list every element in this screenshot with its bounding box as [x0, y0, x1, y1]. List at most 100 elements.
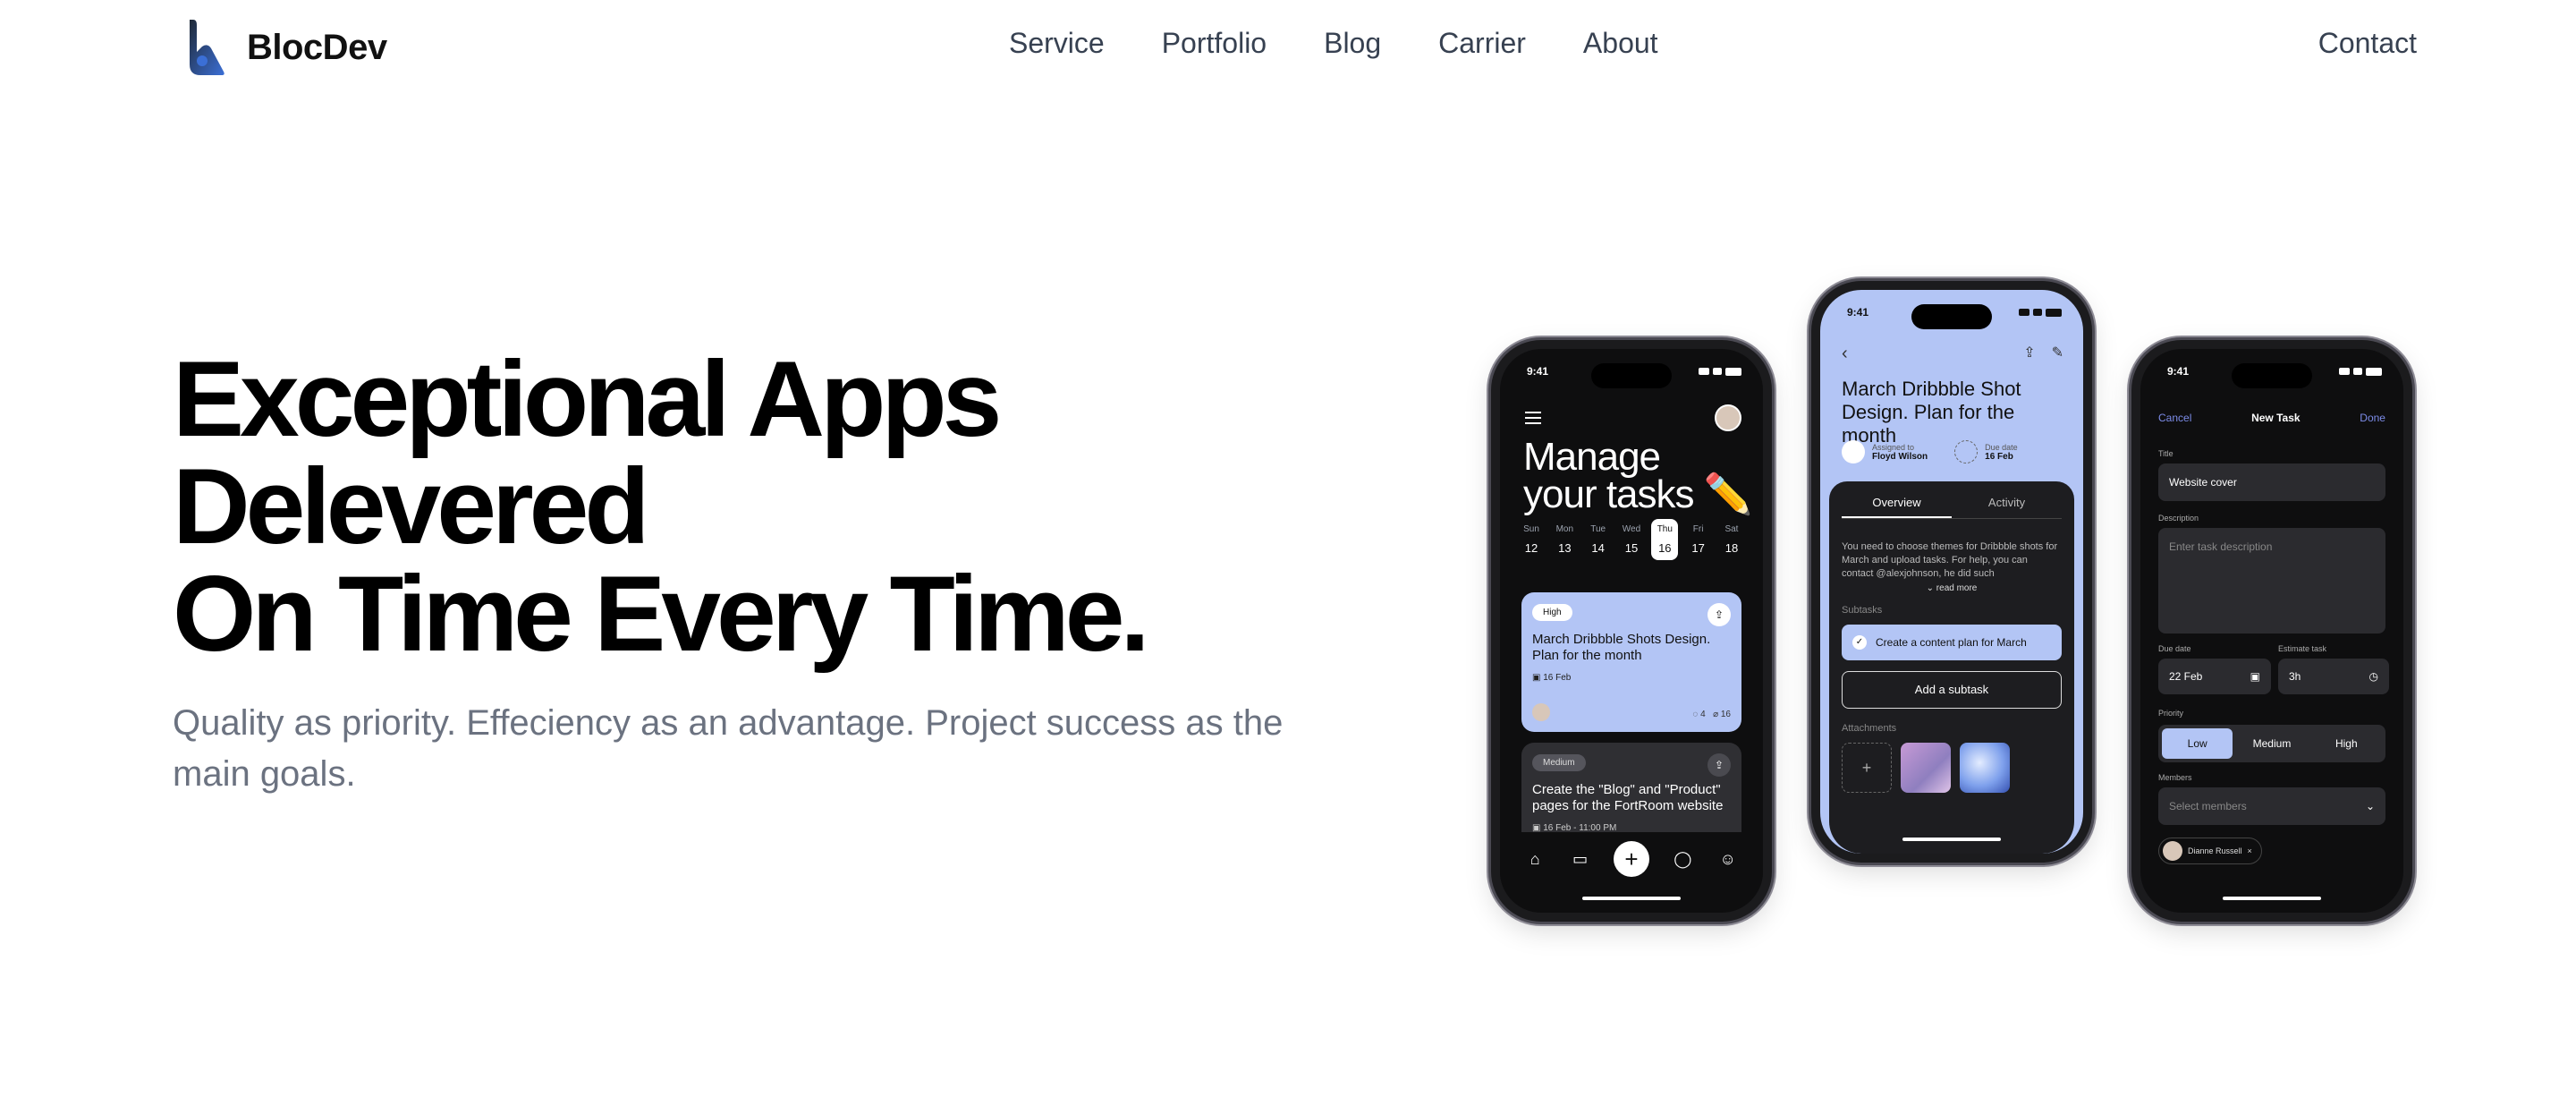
calendar-day-active[interactable]: Thu 16 — [1651, 519, 1679, 560]
form-header: Cancel New Task Done — [2158, 412, 2385, 424]
calendar-day[interactable]: Fri 17 — [1685, 524, 1712, 560]
hero-subtitle: Quality as priority. Effeciency as an ad… — [173, 703, 1284, 794]
pencil-icon: ✏️ — [1703, 472, 1753, 516]
members-label: Members — [2158, 773, 2192, 782]
hero-title-line-3: On Time Every Time. — [173, 554, 1150, 674]
assignee: Assigned to Floyd Wilson — [1842, 440, 1928, 463]
status-time: 9:41 — [2167, 365, 2190, 378]
subtasks-label: Subtasks — [1842, 605, 1883, 616]
share-icon[interactable]: ⇪ — [1707, 753, 1731, 777]
task-meta: ◌ 4 ⌀ 16 — [1692, 710, 1731, 719]
detail-tabs: Overview Activity — [1842, 496, 2062, 519]
task-date: ▣ 16 Feb — [1532, 673, 1572, 683]
priority-label: Priority — [2158, 709, 2184, 718]
members-select[interactable]: Select members ⌄ — [2158, 787, 2385, 825]
clock-icon: ◷ — [2368, 670, 2378, 683]
menu-icon[interactable] — [1525, 412, 1541, 428]
edit-icon[interactable]: ✎ — [2052, 344, 2063, 361]
tab-activity[interactable]: Activity — [1952, 496, 2062, 518]
header-actions: ⇪ ✎ — [2023, 344, 2063, 361]
contact-link[interactable]: Contact — [2318, 27, 2417, 60]
status-bar: 9:41 — [1527, 365, 1741, 378]
tab-overview[interactable]: Overview — [1842, 496, 1952, 518]
calendar-day[interactable]: Tue 14 — [1585, 524, 1612, 560]
paperclip-icon: ⌀ — [1713, 710, 1719, 719]
priority-low[interactable]: Low — [2162, 728, 2233, 759]
description-label: Description — [2158, 514, 2199, 523]
hero-title-line-1: Exceptional Apps — [173, 339, 1002, 459]
home-indicator — [1902, 838, 2001, 841]
task-title: March Dribbble Shots Design. Plan for th… — [1532, 632, 1711, 663]
cancel-button[interactable]: Cancel — [2158, 412, 2191, 424]
avatar — [2163, 841, 2182, 861]
close-icon[interactable]: × — [2248, 846, 2252, 855]
description-input[interactable]: Enter task description — [2158, 528, 2385, 634]
back-icon[interactable]: ‹ — [1842, 344, 1848, 364]
home-icon[interactable]: ⌂ — [1523, 850, 1546, 869]
home-indicator — [1582, 897, 1681, 900]
nav-link-portfolio[interactable]: Portfolio — [1162, 27, 1267, 60]
share-icon[interactable]: ⇪ — [2023, 344, 2035, 361]
phone-mockup-tasks: 9:41 Manage your tasks ✏️ Sun 12 Mon 13 Tu… — [1491, 340, 1772, 922]
due-date-label: Due date — [2158, 644, 2191, 653]
logo-icon — [190, 20, 225, 75]
status-icons — [1699, 365, 1741, 378]
status-bar: 9:41 — [1847, 306, 2062, 319]
home-indicator — [2223, 897, 2321, 900]
priority-high[interactable]: High — [2311, 728, 2382, 759]
chat-icon[interactable]: ◯ — [1671, 850, 1694, 869]
status-bar: 9:41 — [2167, 365, 2382, 378]
due-date: Due date 16 Feb — [1954, 440, 2018, 463]
due-date-input[interactable]: 22 Feb ▣ — [2158, 659, 2271, 694]
calendar-day[interactable]: Wed 15 — [1618, 524, 1645, 560]
title-input[interactable]: Website cover — [2158, 463, 2385, 501]
status-time: 9:41 — [1847, 306, 1869, 319]
priority-badge: Medium — [1532, 754, 1586, 771]
avatar[interactable] — [1715, 404, 1741, 431]
tab-bar: ⌂ ▭ + ◯ ☺ — [1500, 832, 1763, 886]
nav-link-blog[interactable]: Blog — [1324, 27, 1381, 60]
read-more-link[interactable]: ⌄ read more — [1829, 583, 2074, 593]
priority-medium[interactable]: Medium — [2236, 728, 2307, 759]
share-icon[interactable]: ⇪ — [1707, 603, 1731, 626]
calendar-day[interactable]: Sun 12 — [1518, 524, 1545, 560]
top-nav: BlocDev Service Portfolio Blog Carrier A… — [0, 0, 2576, 98]
form-title: New Task — [2251, 412, 2301, 424]
member-chip[interactable]: Dianne Russell × — [2158, 838, 2262, 864]
nav-link-carrier[interactable]: Carrier — [1438, 27, 1526, 60]
check-icon[interactable]: ✓ — [1852, 635, 1867, 650]
task-card[interactable]: High ⇪ March Dribbble Shots Design. Plan… — [1521, 592, 1741, 732]
subtask-item[interactable]: ✓ Create a content plan for March — [1842, 625, 2062, 660]
phone-mockup-task-detail: 9:41 ‹ ⇪ ✎ March Dribbble Shot Design. P… — [1811, 281, 2092, 863]
estimate-label: Estimate task — [2278, 644, 2327, 653]
nav-links: Service Portfolio Blog Carrier About — [1009, 27, 1658, 60]
title-label: Title — [2158, 449, 2174, 458]
phone-screen: 9:41 Cancel New Task Done Title Website … — [2140, 349, 2403, 913]
add-attachment-button[interactable]: + — [1842, 743, 1892, 793]
nav-link-service[interactable]: Service — [1009, 27, 1105, 60]
calendar-day[interactable]: Mon 13 — [1551, 524, 1578, 560]
attachment-thumbnail[interactable] — [1901, 743, 1951, 793]
status-icons — [2339, 365, 2382, 378]
estimate-input[interactable]: 3h ◷ — [2278, 659, 2389, 694]
add-subtask-button[interactable]: Add a subtask — [1842, 671, 2062, 709]
nav-link-about[interactable]: About — [1583, 27, 1658, 60]
brand-name: BlocDev — [247, 27, 387, 67]
phone-screen: 9:41 ‹ ⇪ ✎ March Dribbble Shot Design. P… — [1820, 290, 2083, 854]
week-calendar: Sun 12 Mon 13 Tue 14 Wed 15 Thu 16 Fri 17 Sat 1… — [1518, 519, 1745, 560]
task-description: You need to choose themes for Dribbble s… — [1842, 541, 2058, 579]
brand-logo[interactable]: BlocDev — [184, 18, 387, 77]
status-icons — [2019, 306, 2062, 319]
calendar-day[interactable]: Sat 18 — [1718, 524, 1745, 560]
phone-screen: 9:41 Manage your tasks ✏️ Sun 12 Mon 13 Tu… — [1500, 349, 1763, 913]
attachments-label: Attachments — [1842, 723, 1897, 734]
done-button[interactable]: Done — [2360, 412, 2385, 424]
priority-badge: High — [1532, 604, 1572, 621]
calendar-icon — [1954, 440, 1979, 463]
attachment-thumbnail[interactable] — [1960, 743, 2010, 793]
folder-icon[interactable]: ▭ — [1569, 850, 1592, 869]
heading-line-2: your tasks ✏️ — [1523, 472, 1753, 516]
profile-icon[interactable]: ☺ — [1716, 850, 1740, 869]
avatar — [1842, 440, 1865, 463]
add-task-button[interactable]: + — [1613, 841, 1649, 877]
